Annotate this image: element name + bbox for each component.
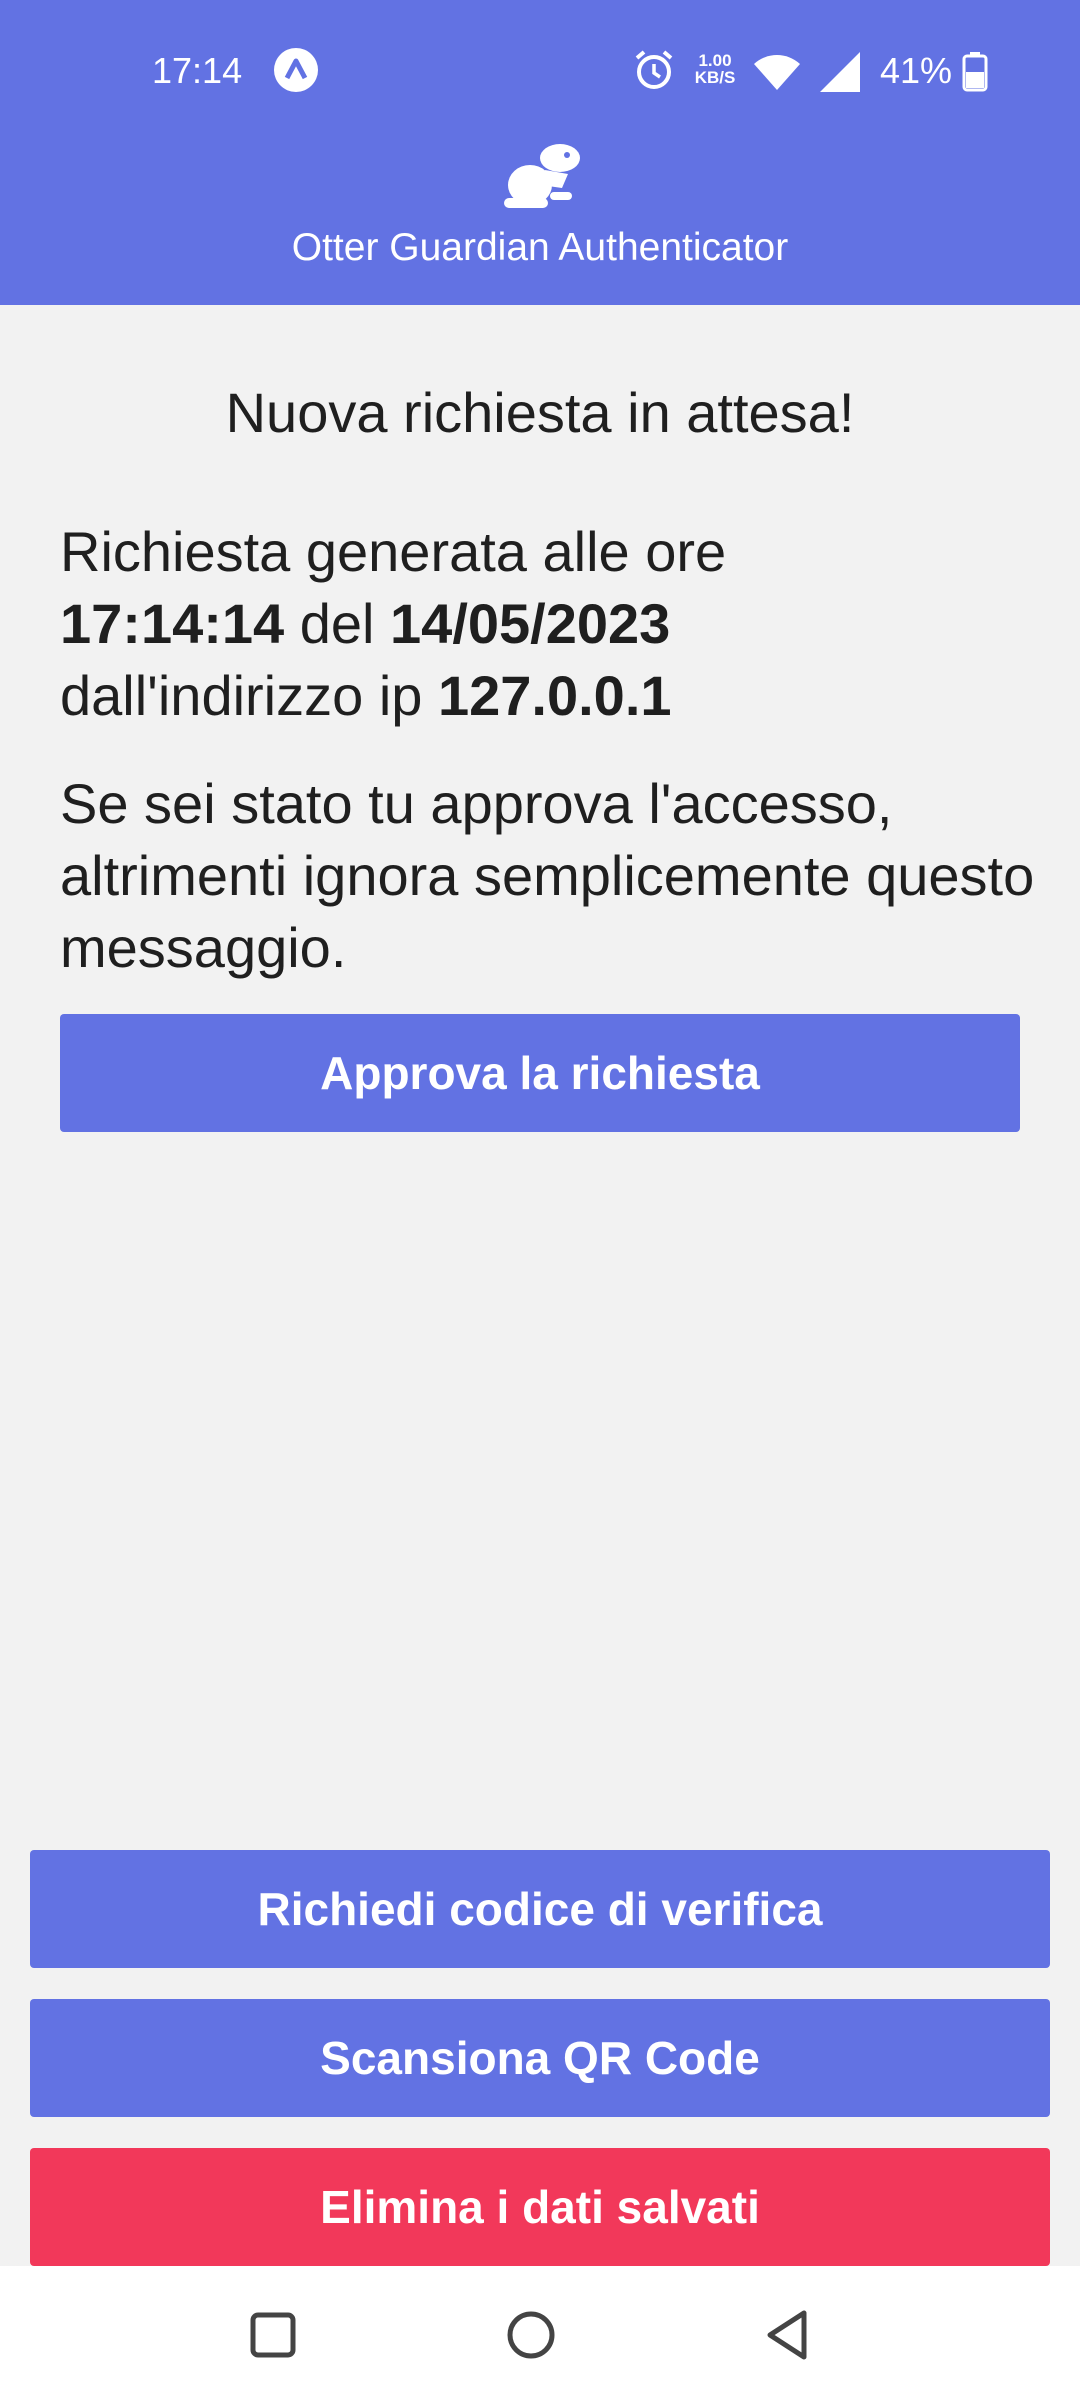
battery-icon	[962, 52, 988, 92]
signal-icon	[820, 52, 860, 92]
network-speed-value: 1.00	[698, 51, 732, 70]
app-header: 17:14 1.00 KB/S 41% Otter Guardian Authe…	[0, 0, 1080, 305]
status-bar: 17:14 1.00 KB/S 41%	[0, 0, 1080, 145]
request-message: Se sei stato tu approva l'accesso, altri…	[60, 772, 1035, 979]
alarm-icon	[635, 50, 673, 89]
request-datetime-line: 17:14:14 del 14/05/2023	[60, 588, 1030, 660]
request-line1: Richiesta generata alle ore	[60, 520, 727, 583]
otter-logo-icon	[504, 144, 580, 208]
ip-prefix: dall'indirizzo ip	[60, 664, 438, 727]
request-heading: Nuova richiesta in attesa!	[225, 381, 855, 444]
a-icon	[274, 48, 318, 92]
wifi-icon	[754, 55, 800, 90]
approve-request-button[interactable]: Approva la richiesta	[60, 1014, 1020, 1132]
request-ip: 127.0.0.1	[437, 664, 672, 727]
delete-saved-data-button[interactable]: Elimina i dati salvati	[30, 2148, 1050, 2266]
request-verification-code-button[interactable]: Richiedi codice di verifica	[30, 1850, 1050, 1968]
network-speed-unit: KB/S	[694, 68, 736, 87]
network-speed: 1.00 KB/S	[690, 52, 740, 86]
request-date: 14/05/2023	[390, 592, 671, 655]
square-icon[interactable]	[248, 2310, 298, 2360]
system-navigation-bar	[0, 2266, 1080, 2400]
status-time: 17:14	[152, 50, 243, 91]
battery-percent: 41%	[880, 50, 953, 91]
request-ip-line: dall'indirizzo ip 127.0.0.1	[60, 660, 1030, 732]
circle-icon[interactable]	[506, 2310, 556, 2360]
request-info: Richiesta generata alle ore 17:14:14 del…	[60, 516, 1030, 732]
triangle-back-icon[interactable]	[764, 2308, 814, 2362]
app-title: Otter Guardian Authenticator	[291, 226, 789, 269]
scan-qr-code-button[interactable]: Scansiona QR Code	[30, 1999, 1050, 2117]
request-time: 17:14:14	[60, 592, 285, 655]
date-separator: del	[284, 592, 391, 655]
